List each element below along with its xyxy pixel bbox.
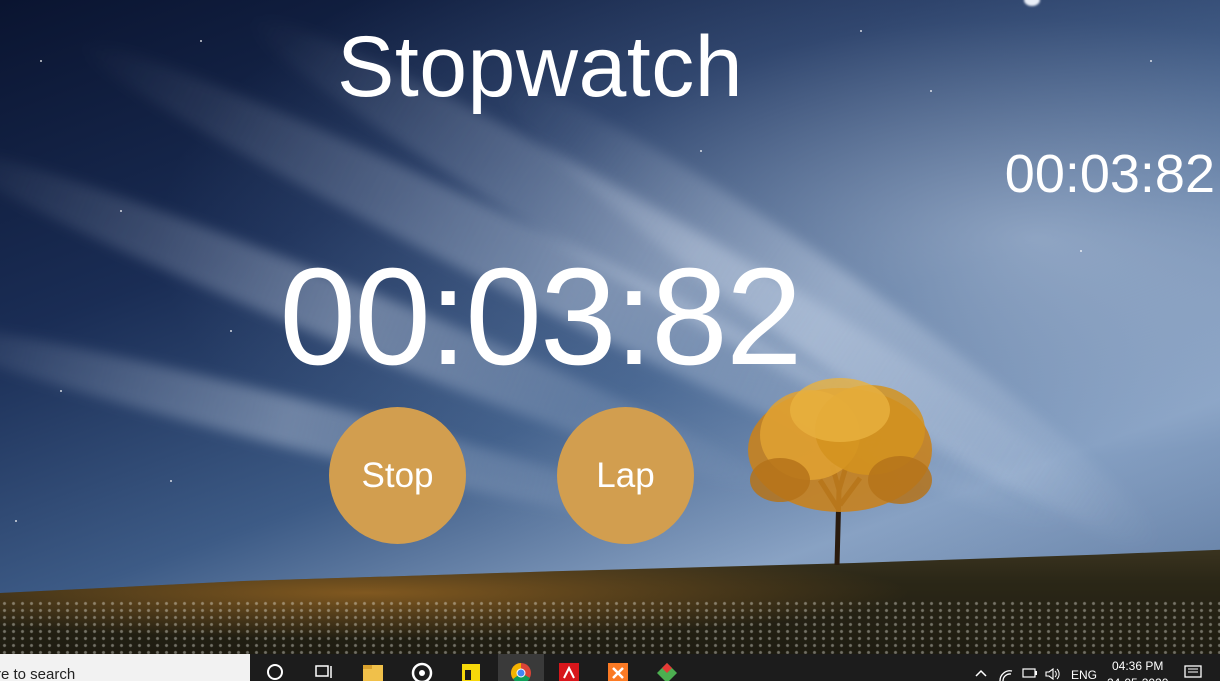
task-view-icon[interactable] [313, 662, 335, 681]
xampp-icon[interactable] [607, 662, 629, 681]
clock-time[interactable]: 04:36 PM [1112, 659, 1163, 673]
tree-image [748, 378, 932, 565]
meadow-flowers [0, 600, 1220, 655]
battery-icon[interactable] [1022, 668, 1038, 678]
git-icon[interactable] [656, 662, 678, 681]
elapsed-time-display: 00:03:82 [279, 240, 802, 394]
volume-icon[interactable] [1045, 668, 1061, 680]
notifications-icon[interactable] [1184, 665, 1202, 681]
lap-button[interactable]: Lap [557, 407, 694, 544]
stop-button[interactable]: Stop [329, 407, 466, 544]
lap-time-display: 00:03:82 [1004, 144, 1215, 204]
search-placeholder: re to search [0, 666, 76, 681]
language-indicator[interactable]: ENG [1071, 668, 1097, 681]
taskbar-search-box[interactable]: re to search [0, 654, 250, 681]
search-icon[interactable] [265, 662, 287, 681]
page-title: Stopwatch [336, 19, 744, 115]
taskbar: re to search ENG 04:36 PM [0, 654, 1220, 681]
clock-date[interactable]: 24-05-2020 [1107, 676, 1168, 681]
wifi-icon[interactable] [998, 668, 1014, 681]
file-explorer-icon[interactable] [362, 662, 384, 681]
moon [1024, 0, 1040, 6]
sticky-notes-icon[interactable] [460, 662, 482, 681]
acrobat-icon[interactable] [558, 662, 580, 681]
groove-music-icon[interactable] [411, 662, 433, 681]
chevron-up-icon[interactable] [975, 668, 987, 678]
chrome-icon [511, 663, 531, 681]
chrome-taskbar-button[interactable] [498, 654, 544, 681]
